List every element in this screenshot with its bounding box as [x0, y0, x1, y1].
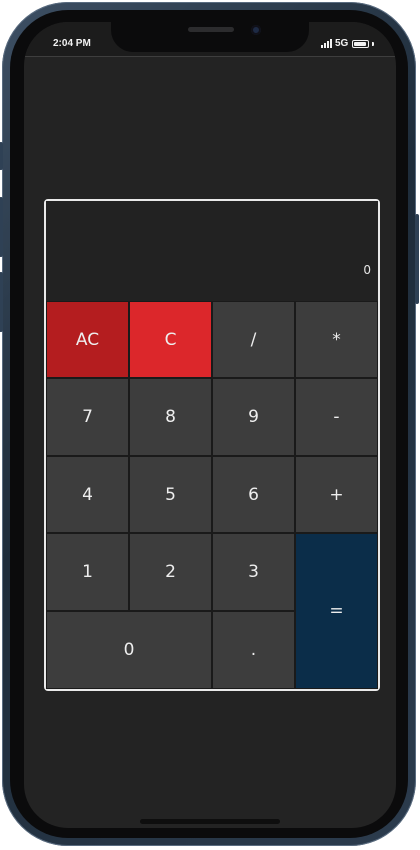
volume-down-button	[0, 272, 3, 332]
multiply-button[interactable]: *	[295, 301, 378, 378]
status-indicators: 5G	[321, 38, 375, 49]
network-type: 5G	[335, 38, 349, 49]
digit-1-button[interactable]: 1	[46, 533, 129, 611]
mute-switch	[0, 142, 3, 170]
equals-button[interactable]: =	[295, 533, 378, 689]
notch	[111, 22, 309, 52]
speaker-grille	[188, 27, 234, 32]
digit-4-button[interactable]: 4	[46, 456, 129, 533]
home-indicator[interactable]	[140, 819, 280, 824]
front-camera-icon	[251, 25, 261, 35]
battery-tip-icon	[372, 41, 375, 46]
digit-7-button[interactable]: 7	[46, 378, 129, 456]
volume-up-button	[0, 197, 3, 257]
calculator-display: 0	[46, 201, 378, 301]
digit-9-button[interactable]: 9	[212, 378, 295, 456]
add-button[interactable]: +	[295, 456, 378, 533]
display-value: 0	[363, 263, 371, 277]
digit-8-button[interactable]: 8	[129, 378, 212, 456]
digit-5-button[interactable]: 5	[129, 456, 212, 533]
digit-0-button[interactable]: 0	[46, 611, 212, 689]
keypad: AC C / * 7 8 9 - 4 5 6 + 1 2 3 = 0 .	[46, 301, 378, 689]
digit-3-button[interactable]: 3	[212, 533, 295, 611]
status-time: 2:04 PM	[53, 38, 91, 49]
clear-button[interactable]: C	[129, 301, 212, 378]
subtract-button[interactable]: -	[295, 378, 378, 456]
battery-icon	[352, 39, 370, 48]
digit-6-button[interactable]: 6	[212, 456, 295, 533]
decimal-point-button[interactable]: .	[212, 611, 295, 689]
phone-screen: 2:04 PM 5G 0 AC C / * 7 8 9 - 4 5 6 + 1 …	[24, 22, 396, 828]
all-clear-button[interactable]: AC	[46, 301, 129, 378]
power-button	[415, 214, 419, 304]
signal-bars-icon	[321, 39, 332, 48]
digit-2-button[interactable]: 2	[129, 533, 212, 611]
calculator: 0 AC C / * 7 8 9 - 4 5 6 + 1 2 3 = 0 .	[44, 199, 380, 691]
divide-button[interactable]: /	[212, 301, 295, 378]
